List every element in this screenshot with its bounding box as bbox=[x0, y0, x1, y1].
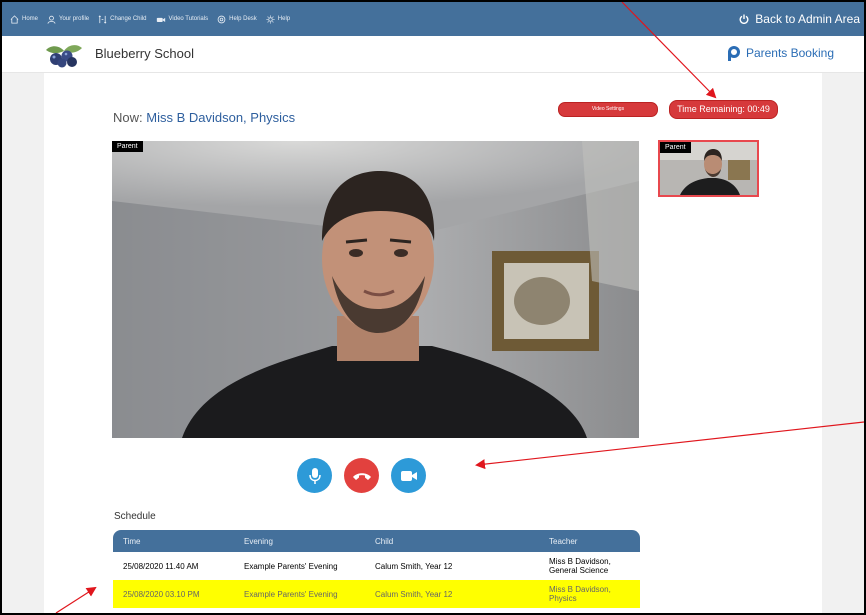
self-view-label: Parent bbox=[660, 142, 691, 153]
nav-item-label: Help bbox=[277, 16, 291, 22]
cell-child: Calum Smith, Year 12 bbox=[365, 580, 539, 608]
top-nav-bar: Home Your profile Change Child Video Tut… bbox=[2, 2, 864, 36]
lifebuoy-icon bbox=[217, 15, 226, 23]
column-header-time: Time bbox=[123, 536, 141, 546]
parents-booking-brand[interactable]: Parents Booking bbox=[727, 45, 834, 61]
end-call-button[interactable] bbox=[344, 458, 379, 493]
back-to-admin-label: Back to Admin Area bbox=[755, 12, 860, 26]
schedule-title: Schedule bbox=[114, 511, 156, 522]
time-remaining-badge: Time Remaining: 00:49 bbox=[669, 100, 778, 119]
nav-item-help[interactable]: Help bbox=[266, 14, 291, 24]
parents-booking-logo-icon bbox=[727, 46, 740, 61]
now-prefix: Now: bbox=[113, 110, 143, 125]
gear-icon bbox=[266, 14, 275, 24]
mute-button[interactable] bbox=[297, 458, 332, 493]
video-icon bbox=[156, 17, 165, 22]
schedule-header-row: Time Evening Child Teacher bbox=[113, 530, 640, 552]
camera-icon bbox=[400, 470, 417, 481]
video-scene-image bbox=[112, 141, 639, 438]
brand-name: Parents Booking bbox=[745, 46, 834, 60]
hang-up-icon bbox=[352, 472, 371, 480]
nav-item-change-child[interactable]: Change Child bbox=[98, 14, 147, 24]
main-video-label: Parent bbox=[112, 141, 143, 152]
nav-items: Home Your profile Change Child Video Tut… bbox=[10, 2, 290, 36]
nav-item-label: Help Desk bbox=[229, 16, 257, 22]
nav-item-label: Your profile bbox=[59, 16, 90, 22]
screenshot-frame: Home Your profile Change Child Video Tut… bbox=[0, 0, 866, 615]
cell-time: 25/08/2020 11.40 AM bbox=[113, 552, 234, 580]
call-controls bbox=[297, 458, 426, 493]
nav-item-help-desk[interactable]: Help Desk bbox=[217, 15, 257, 24]
power-icon bbox=[739, 14, 749, 24]
camera-button[interactable] bbox=[391, 458, 426, 493]
teacher-subject: Physics bbox=[549, 594, 577, 603]
teacher-name: Miss B Davidson, bbox=[549, 585, 611, 594]
back-to-admin-link[interactable]: Back to Admin Area bbox=[739, 2, 860, 36]
video-settings-button[interactable]: Video Settings bbox=[558, 102, 658, 117]
school-name: Blueberry School bbox=[95, 46, 194, 61]
teacher-name: Miss B Davidson, bbox=[549, 557, 611, 566]
self-view-video: Parent bbox=[658, 140, 759, 197]
current-appointment: Now: Miss B Davidson, Physics bbox=[113, 110, 295, 125]
nav-item-label: Video Tutorials bbox=[168, 16, 209, 22]
column-header-child: Child bbox=[375, 536, 394, 546]
blueberry-logo-icon[interactable] bbox=[42, 42, 86, 68]
cell-child: Calum Smith, Year 12 bbox=[365, 552, 539, 580]
microphone-icon bbox=[308, 467, 321, 484]
teacher-subject: General Science bbox=[549, 566, 609, 575]
nav-item-video-tutorials[interactable]: Video Tutorials bbox=[156, 15, 209, 24]
nav-item-label: Change Child bbox=[110, 16, 147, 22]
nav-item-label: Home bbox=[22, 16, 39, 22]
home-icon bbox=[10, 14, 19, 24]
table-row[interactable]: 25/08/2020 11.40 AM Example Parents' Eve… bbox=[113, 552, 640, 580]
main-video-feed: Parent bbox=[112, 141, 639, 438]
schedule-table: Time Evening Child Teacher 25/08/2020 11… bbox=[113, 530, 640, 608]
cell-evening: Example Parents' Evening bbox=[234, 552, 365, 580]
cell-evening: Example Parents' Evening bbox=[234, 580, 365, 608]
column-header-teacher: Teacher bbox=[549, 536, 578, 546]
switch-icon bbox=[98, 14, 107, 24]
column-header-evening: Evening bbox=[244, 536, 273, 546]
school-header: Blueberry School Parents Booking bbox=[2, 36, 864, 73]
cell-time: 25/08/2020 03.10 PM bbox=[113, 580, 234, 608]
user-icon bbox=[47, 15, 56, 24]
cell-teacher: Miss B Davidson, Physics bbox=[539, 580, 640, 608]
nav-item-home[interactable]: Home bbox=[10, 14, 39, 24]
now-value: Miss B Davidson, Physics bbox=[146, 110, 296, 125]
nav-item-profile[interactable]: Your profile bbox=[47, 15, 89, 24]
table-row-current[interactable]: 25/08/2020 03.10 PM Example Parents' Eve… bbox=[113, 580, 640, 608]
cell-teacher: Miss B Davidson, General Science bbox=[539, 552, 640, 580]
